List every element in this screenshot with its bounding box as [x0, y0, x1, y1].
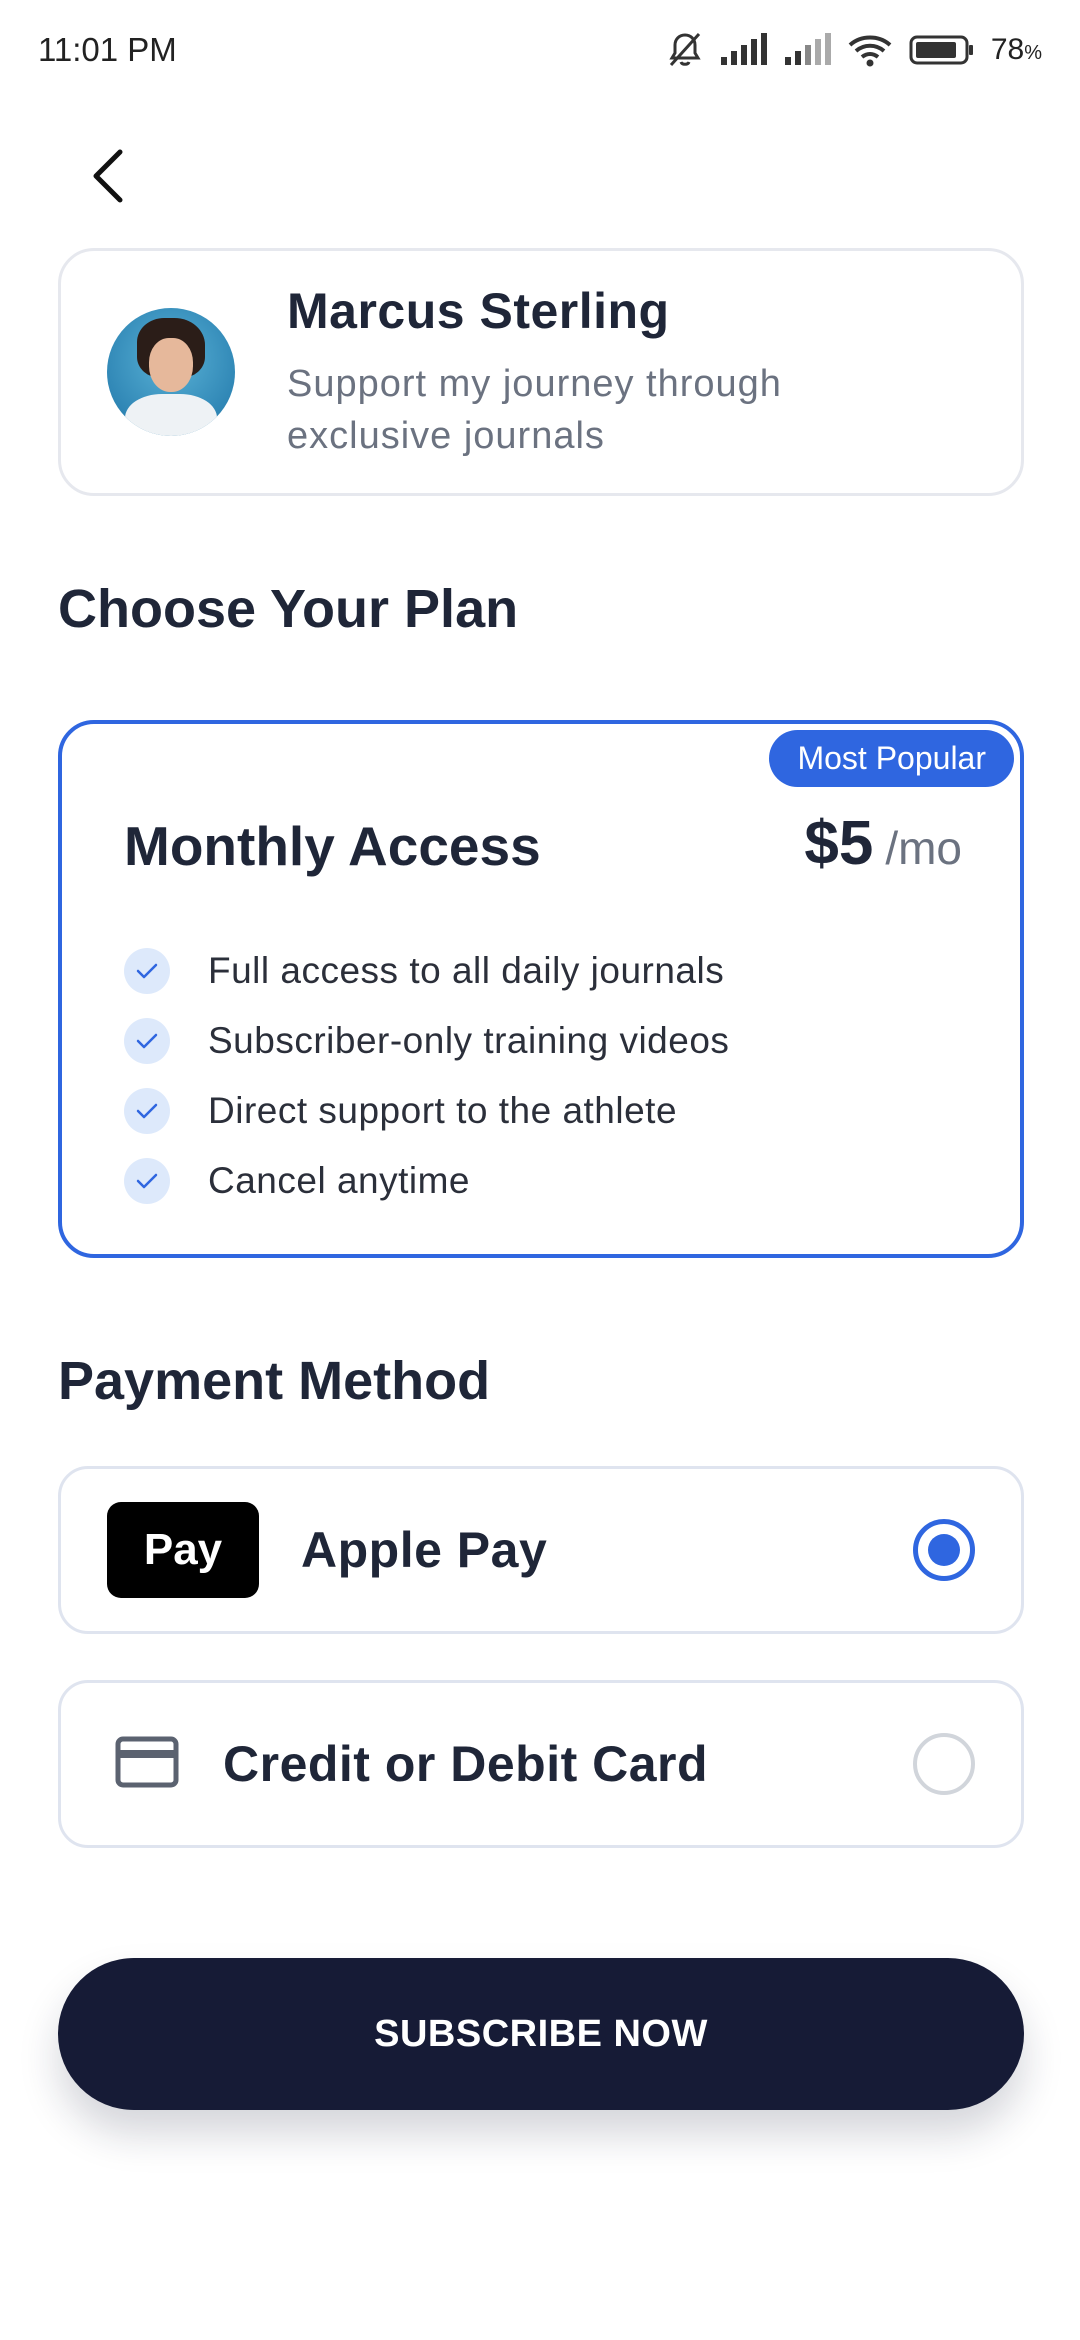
card-radio[interactable] — [913, 1733, 975, 1795]
battery-icon — [909, 34, 975, 66]
plan-card-monthly[interactable]: Most Popular Monthly Access $5 /mo Full … — [58, 720, 1024, 1258]
feature-text: Cancel anytime — [208, 1160, 471, 1201]
check-icon — [124, 1158, 170, 1204]
status-time: 11:01 PM — [38, 31, 177, 68]
most-popular-badge: Most Popular — [769, 730, 1014, 787]
battery-value: 78 — [990, 33, 1025, 66]
signal-icon — [719, 33, 767, 67]
creator-bio: Support my journey through exclusive jou… — [287, 363, 782, 457]
price-period: /mo — [885, 822, 962, 874]
creator-name: Marcus Sterling — [287, 283, 670, 339]
mute-bell-icon — [667, 31, 703, 69]
feature-list: Full access to all daily journals Subscr… — [124, 936, 729, 1216]
credit-card-icon — [115, 1736, 179, 1793]
payment-option-card[interactable]: Credit or Debit Card — [58, 1680, 1024, 1848]
avatar — [107, 308, 235, 436]
feature-item: Subscriber-only training videos — [124, 1006, 729, 1076]
apple-pay-logo-text: Pay — [143, 1525, 223, 1574]
plan-price: $5 /mo — [804, 808, 962, 879]
check-icon — [124, 1088, 170, 1134]
card-label: Credit or Debit Card — [223, 1736, 709, 1792]
status-icons: 78% — [667, 31, 1042, 69]
wifi-icon — [847, 33, 893, 67]
choose-plan-heading: Choose Your Plan — [58, 579, 519, 639]
plan-name: Monthly Access — [124, 815, 541, 877]
feature-item: Full access to all daily journals — [124, 936, 729, 1006]
subscribe-button[interactable]: SUBSCRIBE NOW — [58, 1958, 1024, 2110]
apple-pay-radio[interactable] — [913, 1519, 975, 1581]
price-amount: $5 — [804, 809, 874, 878]
feature-item: Cancel anytime — [124, 1146, 729, 1216]
feature-text: Subscriber-only training videos — [208, 1020, 730, 1061]
feature-text: Direct support to the athlete — [208, 1090, 678, 1131]
creator-profile-card: Marcus Sterling Support my journey throu… — [58, 248, 1024, 496]
battery-percent: 78% — [990, 33, 1042, 66]
apple-pay-label: Apple Pay — [301, 1522, 548, 1578]
check-icon — [124, 1018, 170, 1064]
chevron-left-icon — [88, 148, 128, 209]
payment-method-heading: Payment Method — [58, 1351, 491, 1411]
back-button[interactable] — [78, 148, 138, 208]
payment-option-apple-pay[interactable]: Pay Apple Pay — [58, 1466, 1024, 1634]
check-icon — [124, 948, 170, 994]
status-bar: 11:01 PM 78% — [0, 0, 1080, 100]
feature-text: Full access to all daily journals — [208, 950, 725, 991]
signal-2-icon — [783, 33, 831, 67]
apple-pay-logo: Pay — [107, 1502, 259, 1598]
feature-item: Direct support to the athlete — [124, 1076, 729, 1146]
